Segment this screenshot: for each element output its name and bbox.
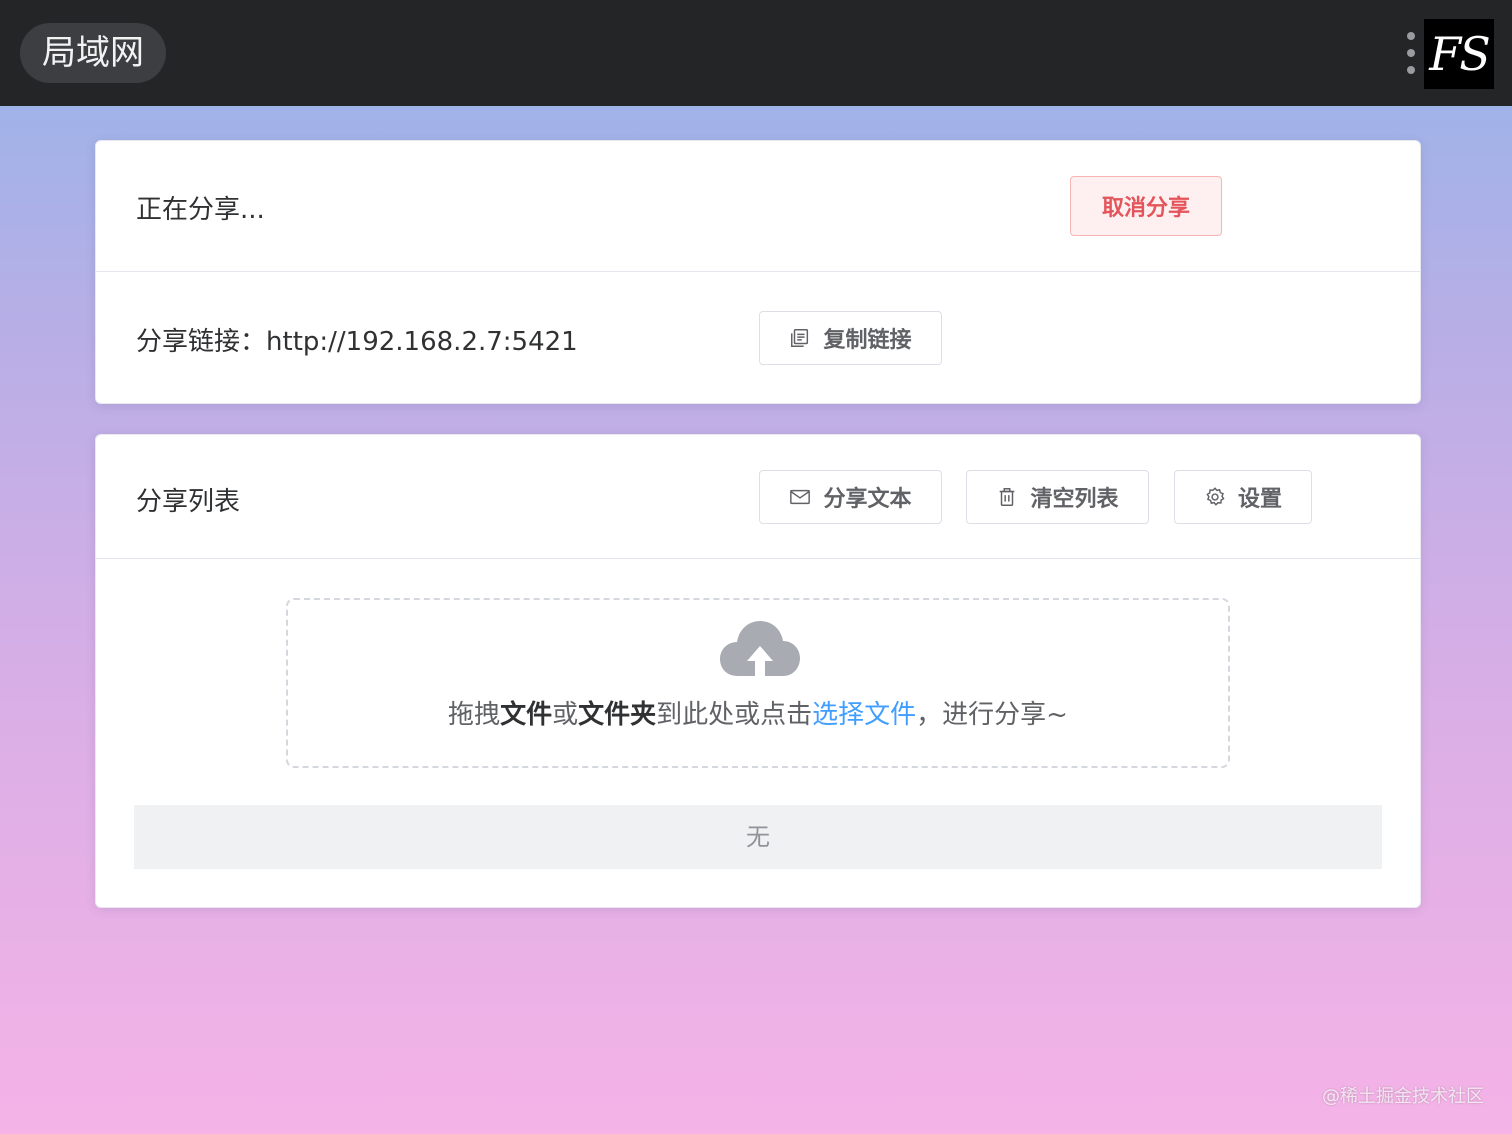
share-status-text: 正在分享... bbox=[136, 195, 265, 225]
upload-dropzone[interactable]: 拖拽文件或文件夹到此处或点击选择文件，进行分享~ bbox=[286, 598, 1230, 768]
trash-icon bbox=[1000, 488, 1015, 506]
menu-dot bbox=[1407, 49, 1415, 57]
divider bbox=[96, 271, 1420, 272]
upload-text-part: ，进行分享~ bbox=[916, 700, 1068, 730]
upload-text-folder: 文件夹 bbox=[578, 700, 657, 730]
watermark: @稀土掘金技术社区 bbox=[1322, 1086, 1484, 1107]
upload-text-file: 文件 bbox=[500, 700, 553, 730]
gear-icon bbox=[1206, 487, 1225, 506]
top-bar: 局域网 FS bbox=[0, 0, 1512, 106]
upload-text-part: 到此处或点击 bbox=[656, 700, 813, 730]
share-list-title: 分享列表 bbox=[136, 487, 241, 517]
copy-icon bbox=[791, 329, 809, 347]
empty-list-placeholder: 无 bbox=[134, 805, 1382, 869]
upload-text-part: 拖拽 bbox=[448, 700, 501, 730]
more-vertical-icon[interactable] bbox=[1406, 32, 1416, 74]
share-link-row: 分享链接：http://192.168.2.7:5421 bbox=[136, 321, 578, 358]
clear-list-label: 清空列表 bbox=[1030, 487, 1119, 512]
upload-instructions: 拖拽文件或文件夹到此处或点击选择文件，进行分享~ bbox=[288, 694, 1228, 731]
share-text-label: 分享文本 bbox=[823, 487, 912, 512]
cancel-share-label: 取消分享 bbox=[1101, 196, 1190, 221]
share-list-card: 分享列表 分享文本 清空列表 设置 拖拽文件或文件夹到此处或点击选择文件，进行分… bbox=[95, 434, 1421, 908]
clear-list-button[interactable]: 清空列表 bbox=[966, 470, 1149, 524]
menu-dot bbox=[1407, 66, 1415, 74]
copy-link-button[interactable]: 复制链接 bbox=[759, 311, 942, 365]
brand-pill[interactable]: 局域网 bbox=[20, 23, 166, 83]
envelope-icon bbox=[790, 489, 811, 505]
share-link-label: 分享链接： bbox=[136, 327, 267, 357]
settings-label: 设置 bbox=[1237, 487, 1282, 512]
divider bbox=[96, 558, 1420, 559]
app-logo: FS bbox=[1424, 19, 1494, 89]
settings-button[interactable]: 设置 bbox=[1174, 470, 1312, 524]
cloud-upload-icon bbox=[720, 621, 800, 676]
copy-link-label: 复制链接 bbox=[823, 328, 912, 353]
share-status-card: 正在分享... 取消分享 分享链接：http://192.168.2.7:542… bbox=[95, 140, 1421, 404]
upload-text-part: 或 bbox=[552, 700, 579, 730]
cancel-share-button[interactable]: 取消分享 bbox=[1070, 176, 1222, 236]
share-text-button[interactable]: 分享文本 bbox=[759, 470, 942, 524]
select-file-link[interactable]: 选择文件 bbox=[812, 700, 916, 730]
menu-dot bbox=[1407, 32, 1415, 40]
share-link-url[interactable]: http://192.168.2.7:5421 bbox=[266, 327, 578, 357]
